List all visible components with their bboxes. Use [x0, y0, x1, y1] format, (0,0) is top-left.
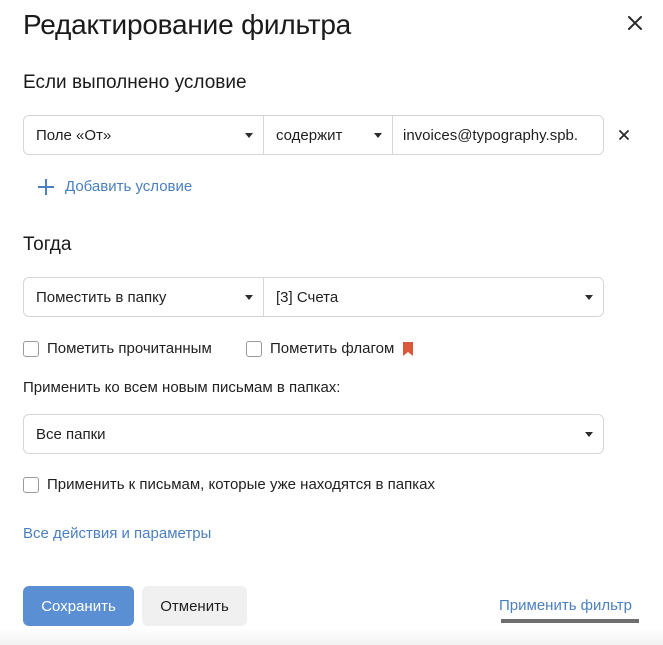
- bottom-divider: [0, 628, 663, 645]
- close-icon: [628, 16, 642, 30]
- folders-value: Все папки: [36, 425, 106, 443]
- filter-edit-dialog: Редактирование фильтра Если выполнено ус…: [0, 0, 663, 645]
- apply-existing-checkbox[interactable]: Применить к письмам, которые уже находят…: [23, 476, 435, 493]
- condition-field-value: Поле «От»: [36, 126, 112, 144]
- checkbox-box[interactable]: [23, 476, 39, 493]
- close-button[interactable]: [624, 12, 646, 34]
- condition-field-select[interactable]: Поле «От»: [23, 115, 264, 155]
- condition-operator-select[interactable]: содержит: [263, 115, 393, 155]
- save-button[interactable]: Сохранить: [23, 586, 134, 626]
- caret-down-icon: [374, 133, 382, 138]
- checkbox-box[interactable]: [23, 340, 39, 357]
- caret-down-icon: [245, 295, 253, 300]
- folders-select[interactable]: Все папки: [23, 414, 604, 454]
- dialog-title: Редактирование фильтра: [23, 9, 352, 40]
- add-condition-label: Добавить условие: [65, 178, 193, 195]
- target-folder-value: [3] Счета: [276, 288, 339, 306]
- mark-flag-label: Пометить флагом: [270, 340, 395, 357]
- bookmark-flag-icon: [403, 341, 414, 356]
- all-actions-link[interactable]: Все действия и параметры: [23, 525, 211, 542]
- apply-filter-underline: [501, 619, 639, 623]
- mark-flag-checkbox[interactable]: Пометить флагом: [246, 340, 414, 357]
- apply-existing-label: Применить к письмам, которые уже находят…: [47, 476, 435, 493]
- close-small-icon: [619, 130, 629, 140]
- condition-operator-value: содержит: [276, 126, 343, 144]
- cancel-button[interactable]: Отменить: [142, 586, 247, 626]
- apply-filter-link[interactable]: Применить фильтр: [499, 597, 632, 614]
- condition-value-input[interactable]: [392, 115, 604, 155]
- add-condition-link[interactable]: Добавить условие: [38, 178, 192, 195]
- action-type-value: Поместить в папку: [36, 288, 167, 306]
- action-section-title: Тогда: [23, 234, 72, 255]
- remove-condition-button[interactable]: [618, 128, 630, 140]
- action-type-select[interactable]: Поместить в папку: [23, 277, 264, 317]
- target-folder-select[interactable]: [3] Счета: [263, 277, 604, 317]
- mark-read-checkbox[interactable]: Пометить прочитанным: [23, 340, 212, 357]
- caret-down-icon: [585, 295, 593, 300]
- plus-icon: [38, 178, 54, 195]
- checkbox-box[interactable]: [246, 340, 262, 357]
- condition-section-title: Если выполнено условие: [23, 72, 247, 93]
- caret-down-icon: [245, 133, 253, 138]
- apply-folders-label: Применить ко всем новым письмам в папках…: [23, 379, 341, 396]
- caret-down-icon: [585, 432, 593, 437]
- mark-read-label: Пометить прочитанным: [47, 340, 212, 357]
